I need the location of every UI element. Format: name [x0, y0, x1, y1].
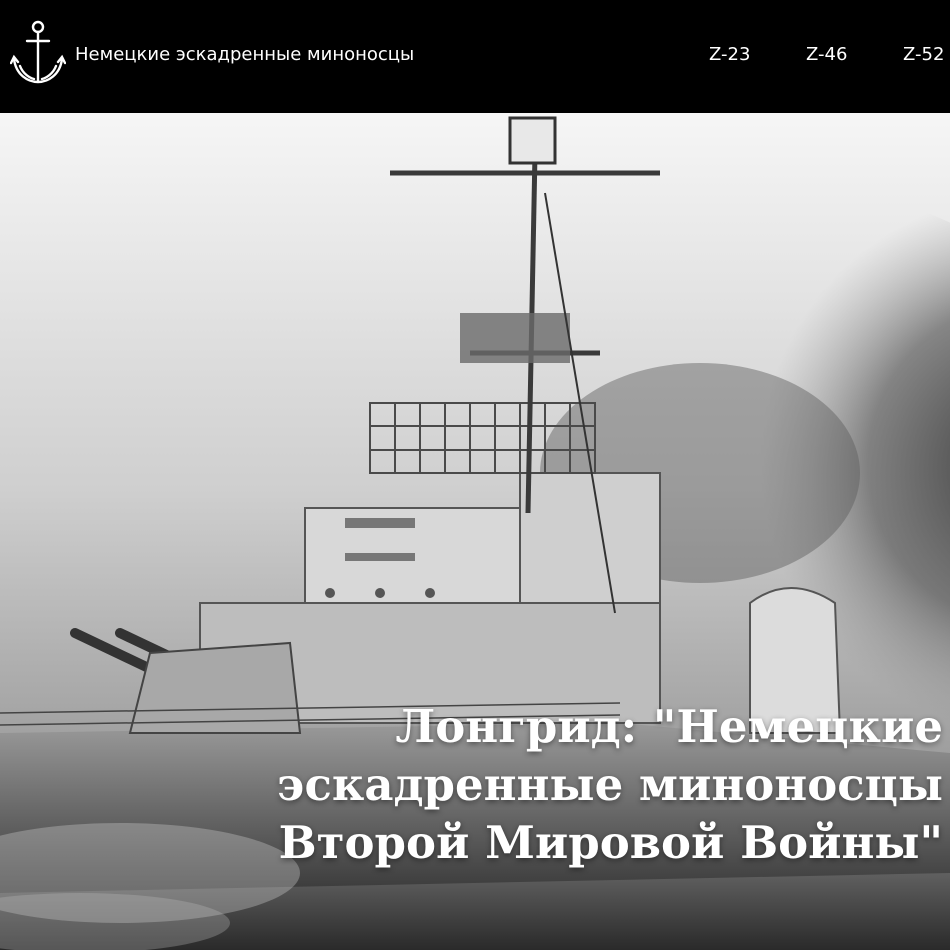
main-nav: Z-23 Z-46 Z-52: [0, 41, 950, 69]
headline-line-3: Второй Мировой Войны": [278, 816, 943, 869]
site-header: Немецкие эскадренные миноносцы Z-23 Z-46…: [0, 0, 950, 113]
nav-link-z23[interactable]: Z-23: [709, 41, 750, 69]
nav-link-z52[interactable]: Z-52: [903, 41, 944, 69]
hero-section: Лонгрид: "Немецкие эскадренные миноносцы…: [0, 113, 950, 950]
nav-link-z46[interactable]: Z-46: [806, 41, 847, 69]
headline-line-1: Лонгрид: "Немецкие: [395, 700, 944, 753]
page-headline: Лонгрид: "Немецкие эскадренные миноносцы…: [223, 698, 943, 872]
headline-line-2: эскадренные миноносцы: [277, 758, 943, 811]
